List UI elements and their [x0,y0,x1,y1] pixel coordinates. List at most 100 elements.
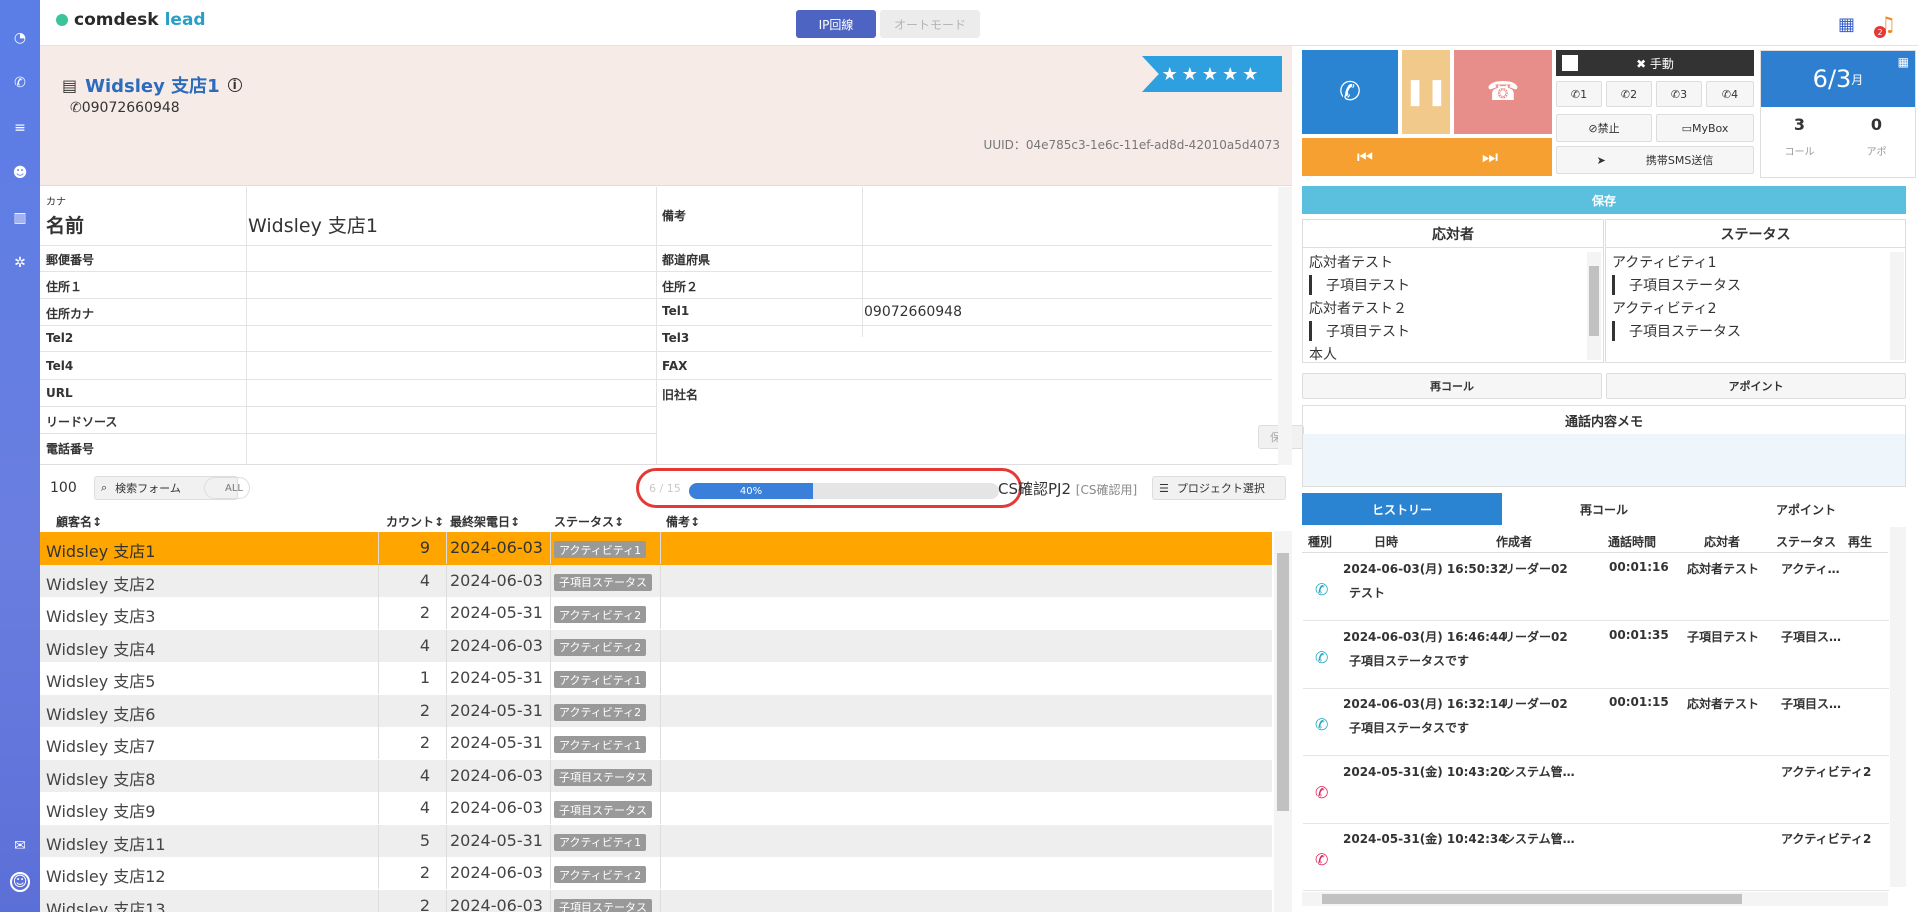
table-row[interactable]: Widsley 支店7 2 2024-05-31 アクティビティ1 [40,727,1272,760]
calls-label: コール [1784,147,1815,158]
table-row[interactable]: Widsley 支店5 1 2024-05-31 アクティビティ1 [40,662,1272,695]
line-4-button[interactable]: ✆ 4 [1706,81,1754,107]
calendar-icon[interactable]: ▦ [1838,14,1858,35]
table-row[interactable]: Widsley 支店1 9 2024-06-03 アクティビティ1 [40,532,1272,565]
avatar[interactable]: ☺ [10,872,30,892]
cell-count: 4 [419,635,430,655]
search-form-label: 検索フォーム [115,482,181,495]
ip-line-button[interactable]: IP回線 [796,10,876,38]
tab-history[interactable]: ヒストリー [1302,493,1502,525]
call-button[interactable]: ✆ [1302,50,1398,134]
table-scroll-thumb[interactable] [1277,553,1289,811]
status-scrollbar[interactable] [1890,252,1904,360]
project-select-button[interactable]: ☰ プロジェクト選択 [1152,476,1286,500]
all-label: ALL [225,482,243,494]
phone-icon[interactable]: ✆ [10,73,30,93]
history-row[interactable]: ✆ 2024-05-31(金) 10:42:34 システム管… アクティビティ2 [1303,824,1889,891]
table-row[interactable]: Widsley 支店4 4 2024-06-03 アクティビティ2 [40,629,1272,662]
history-row[interactable]: ✆ 2024-06-03(月) 16:32:14 リーダー02 00:01:15 応対者… [1303,689,1889,756]
history-scrollbar[interactable] [1890,527,1906,887]
history-row[interactable]: ✆ 2024-06-03(月) 16:50:32 リーダー02 00:01:16 応対者… [1303,554,1889,621]
responder-item[interactable]: 応対者テスト２ [1309,298,1407,318]
forbid-button[interactable]: ⊘禁止 [1556,114,1652,142]
info-scrollbar[interactable] [1278,187,1292,465]
hist-status: アクティビティ2 [1781,764,1872,779]
incoming-call-icon: ✆ [1315,782,1329,802]
chart-icon[interactable]: ▥ [10,208,30,228]
tel1-value[interactable]: 09072660948 [864,304,962,320]
recall-button[interactable]: 再コール [1302,373,1602,399]
sms-label: 携帯SMS送信 [1645,154,1714,167]
responder-scrollbar[interactable] [1587,252,1601,360]
table-row[interactable]: Widsley 支店13 2 2024-06-03 子項目ステータス [40,889,1272,912]
users-icon[interactable]: ☻ [10,163,30,183]
hist-date: 2024-06-03(月) 16:50:32 [1343,562,1507,576]
responder-item[interactable]: 応対者テスト [1309,252,1393,272]
line-2-button[interactable]: ✆ 2 [1606,81,1652,107]
next-button[interactable]: ⏭ [1428,138,1552,176]
info-icon[interactable]: i [227,78,242,92]
cell-date: 2024-05-31 [450,733,543,752]
history-hscrollbar[interactable] [1302,892,1888,906]
mybox-button[interactable]: ▭ MyBox [1656,114,1754,142]
table-scrollbar[interactable] [1274,531,1292,912]
responder-item[interactable]: 子項目テスト [1309,275,1410,295]
pause-button[interactable]: ❚❚ [1402,50,1450,134]
all-toggle[interactable]: ALL [204,477,250,499]
hangup-button[interactable]: ☎ [1454,50,1552,134]
chat-icon[interactable]: ✉ [10,836,30,856]
manual-toggle[interactable]: ✖ 手動 [1556,50,1754,76]
name-label: 名前 [46,215,85,237]
table-row[interactable]: Widsley 支店12 2 2024-06-03 アクティビティ2 [40,857,1272,890]
line-1-button[interactable]: ✆ 1 [1556,81,1602,107]
table-row[interactable]: Widsley 支店2 4 2024-06-03 子項目ステータス [40,564,1272,597]
status-item[interactable]: 子項目ステータス [1612,275,1741,295]
manual-checkbox[interactable] [1562,55,1578,71]
table-row[interactable]: Widsley 支店8 4 2024-06-03 子項目ステータス [40,759,1272,792]
name-value[interactable]: Widsley 支店1 [248,211,378,238]
auto-mode-button[interactable]: オートモード [880,10,980,38]
history-row[interactable]: ✆ 2024-06-03(月) 16:46:44 リーダー02 00:01:35 子項目… [1303,622,1889,689]
tel1-label: Tel1 [662,304,690,318]
old-name-label: 旧社名 [662,388,699,402]
history-row[interactable]: ✆ 2024-05-31(金) 10:43:20 システム管… アクティビティ2 [1303,757,1889,824]
status-item[interactable]: アクティビティ2 [1612,298,1717,318]
database-icon[interactable]: ≡ [10,118,30,138]
memo-textarea[interactable] [1303,434,1905,486]
send-icon: ➤ [1596,153,1606,167]
phone-call-icon: ✆ [1339,77,1361,107]
dashboard-icon[interactable]: ◔ [10,28,30,48]
hist-memo: 子項目ステータスです [1349,653,1470,668]
status-badge: 子項目ステータス [554,768,652,786]
table-row[interactable]: Widsley 支店6 2 2024-05-31 アクティビティ2 [40,694,1272,727]
appoint-button[interactable]: アポイント [1606,373,1906,399]
phone-line-icon: ✆ [1620,87,1631,101]
gear-icon[interactable]: ✲ [10,253,30,273]
hist-th-duration: 通話時間 [1608,535,1657,549]
table-row[interactable]: Widsley 支店11 5 2024-05-31 アクティビティ1 [40,824,1272,857]
sms-button[interactable]: ➤ 携帯SMS送信 [1556,146,1754,174]
status-item[interactable]: 子項目ステータス [1612,321,1741,341]
calendar-small-icon[interactable]: ▦ [1898,55,1909,69]
rating-stars[interactable]: ★★★★★ [1142,56,1282,92]
list-count[interactable]: 100 [50,480,77,496]
line-3-button[interactable]: ✆ 3 [1656,81,1702,107]
notes-textarea[interactable] [864,189,1268,243]
tab-recall[interactable]: 再コール [1502,493,1706,525]
cell-name: Widsley 支店6 [46,704,156,724]
cell-count: 2 [419,700,430,720]
hist-responder: 応対者テスト [1687,697,1760,711]
hist-th-play: 再生 [1848,535,1873,549]
prev-button[interactable]: ⏮ [1302,138,1428,176]
status-item[interactable]: アクティビティ1 [1612,252,1717,272]
table-row[interactable]: Widsley 支店9 4 2024-06-03 子項目ステータス [40,792,1272,825]
responder-item[interactable]: 本人 [1309,344,1337,364]
hist-creator: システム管… [1503,832,1575,846]
cell-name: Widsley 支店1 [46,542,156,561]
right-save-button[interactable]: 保存 [1302,186,1906,214]
responder-item[interactable]: 子項目テスト [1309,321,1410,341]
table-row[interactable]: Widsley 支店3 2 2024-05-31 アクティビティ2 [40,597,1272,630]
customer-tel: ✆09072660948 [70,100,180,116]
calls-count: 3 [1793,115,1806,134]
tab-appoint[interactable]: アポイント [1706,493,1906,525]
